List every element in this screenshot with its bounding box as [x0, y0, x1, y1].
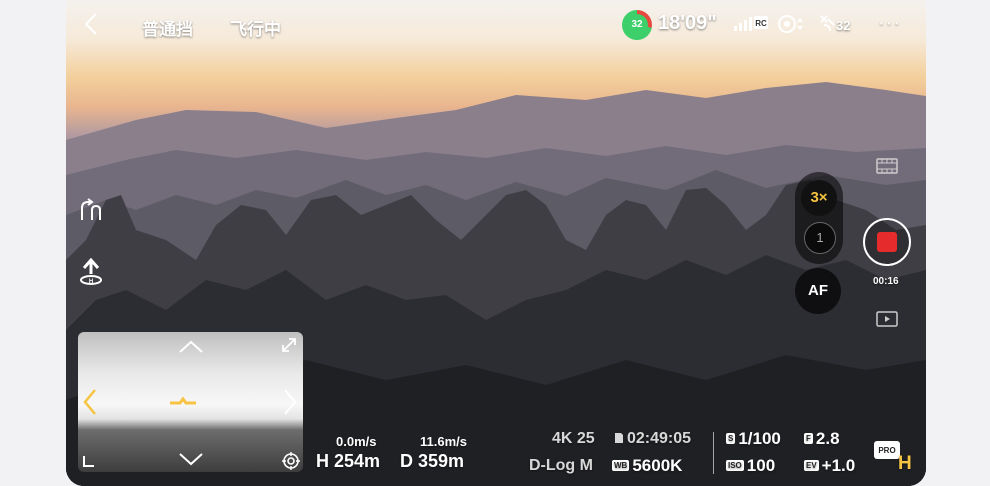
playback-icon [876, 311, 898, 327]
collapse-icon[interactable] [82, 454, 96, 468]
aperture[interactable]: F 2.8 [804, 429, 840, 449]
wb-tag: WB [612, 460, 630, 471]
camera-view: 普通挡 飞行中 32 18'09" RC 32 ··· H 3× 1 AF 00… [66, 0, 926, 486]
zoom-1x-button[interactable]: 1 [804, 222, 836, 254]
pro-mode-button[interactable]: PRO [874, 441, 900, 459]
ev-value: +1.0 [821, 456, 856, 475]
iso-value: 100 [746, 456, 776, 475]
ev-tag: EV [804, 460, 819, 471]
record-button[interactable] [863, 218, 911, 266]
return-home-button[interactable]: H [78, 257, 104, 291]
autofocus-button[interactable]: AF [795, 268, 841, 314]
flight-status-label: 飞行中 [230, 20, 281, 39]
obstacle-sensing-indicator[interactable] [778, 14, 808, 39]
shutter-tag: S [726, 433, 736, 444]
white-balance-value: 5600K [632, 456, 683, 475]
route-icon [81, 198, 101, 220]
back-button[interactable] [84, 12, 98, 43]
more-menu-button[interactable]: ··· [878, 12, 901, 35]
photo-video-mode-button[interactable] [876, 157, 898, 180]
chevron-left-icon [84, 13, 97, 35]
satellite-icon [820, 15, 835, 32]
signal-indicator[interactable]: RC [734, 14, 770, 37]
svg-text:H: H [89, 279, 93, 285]
vertical-speed: 0.0m/s [336, 434, 377, 449]
playback-button[interactable] [876, 311, 898, 332]
aperture-value: 2.8 [815, 429, 840, 448]
signal-bars-icon: RC [734, 16, 768, 31]
shutter-speed[interactable]: S 1/100 [726, 429, 781, 449]
sd-card-icon [615, 433, 623, 443]
chevron-down-icon[interactable] [178, 452, 204, 466]
flight-mode-label[interactable]: 普通挡 [142, 15, 193, 40]
exposure-value[interactable]: EV +1.0 [804, 456, 855, 476]
record-time: 00:16 [873, 276, 899, 287]
remaining-storage: 02:49:05 [614, 430, 691, 448]
iso-tag: ISO [726, 460, 744, 471]
chevron-up-icon[interactable] [178, 340, 204, 354]
expand-icon[interactable] [280, 336, 298, 354]
obstacle-sensing-icon [778, 15, 803, 33]
satellite-count: 32 [836, 18, 851, 33]
zoom-3x-button[interactable]: 3× [801, 180, 837, 216]
flight-time: 18'09" [658, 12, 717, 34]
chevron-left-yellow-icon[interactable] [82, 388, 98, 416]
color-profile[interactable]: D-Log M [529, 457, 593, 475]
satellite-indicator[interactable] [818, 13, 836, 38]
film-icon [876, 158, 898, 174]
minimap-panel[interactable] [78, 332, 303, 472]
aperture-tag: F [804, 433, 813, 444]
resolution-framerate[interactable]: 4K 25 [552, 430, 595, 448]
shutter-value: 1/100 [738, 429, 781, 448]
return-home-icon: H [80, 257, 102, 285]
battery-percent: 32 [626, 14, 648, 36]
signal-badge: RC [755, 19, 767, 28]
iso[interactable]: ISO 100 [726, 456, 775, 476]
remaining-time: 02:49:05 [627, 430, 692, 447]
chevron-right-icon[interactable] [282, 388, 298, 416]
map-target-icon[interactable] [282, 452, 300, 470]
horizon-marker-icon [170, 396, 196, 405]
record-stop-icon [877, 232, 897, 252]
more-icon: ··· [878, 12, 901, 34]
height-readout: H 254m [316, 451, 381, 471]
battery-indicator[interactable]: 32 [622, 10, 652, 40]
camera-mode-h[interactable]: H [898, 453, 912, 475]
horizontal-speed: 11.6m/s [420, 434, 467, 449]
flight-route-button[interactable] [78, 198, 104, 229]
white-balance[interactable]: WB 5600K [612, 456, 682, 476]
distance-readout: D 359m [400, 451, 465, 471]
divider [713, 432, 714, 474]
